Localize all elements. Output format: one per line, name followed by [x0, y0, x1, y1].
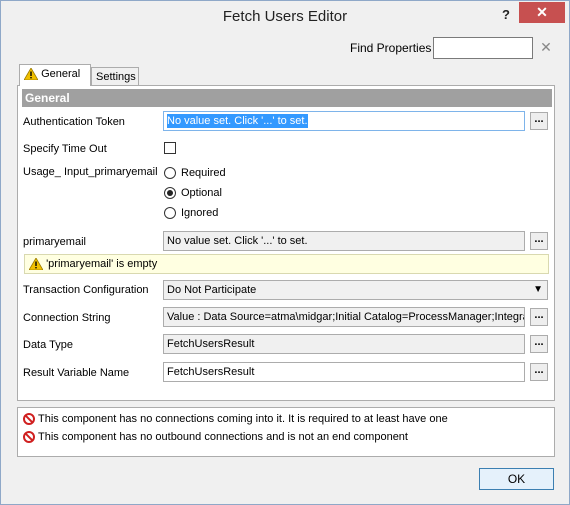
tab-settings[interactable]: Settings [91, 67, 139, 86]
auth-token-value: No value set. Click '...' to set. [167, 114, 308, 128]
primaryemail-field[interactable]: No value set. Click '...' to set. [163, 231, 525, 251]
result-var-browse-button[interactable]: ... [530, 363, 548, 381]
radio-required-icon [164, 167, 176, 180]
radio-optional-icon [164, 187, 176, 200]
warning-icon [24, 68, 38, 81]
result-var-label: Result Variable Name [23, 367, 130, 379]
connection-label: Connection String [23, 312, 111, 324]
error-list: This component has no connections coming… [17, 407, 555, 457]
error-item: This component has no outbound connectio… [23, 431, 408, 444]
error-item: This component has no connections coming… [23, 413, 448, 426]
warning-text: 'primaryemail' is empty [46, 258, 158, 270]
datatype-field[interactable]: FetchUsersResult [163, 334, 525, 354]
connection-browse-button[interactable]: ... [530, 308, 548, 326]
section-header-general: General [22, 89, 552, 107]
timeout-label: Specify Time Out [23, 143, 107, 155]
result-var-field[interactable]: FetchUsersResult [163, 362, 525, 382]
error-text: This component has no outbound connectio… [38, 431, 408, 443]
usage-radio-optional[interactable]: Optional [164, 187, 222, 200]
timeout-checkbox[interactable] [164, 142, 176, 154]
auth-token-field[interactable]: No value set. Click '...' to set. [163, 111, 525, 131]
close-button[interactable]: ✕ [519, 2, 565, 23]
primaryemail-browse-button[interactable]: ... [530, 232, 548, 250]
warning-icon [29, 258, 43, 271]
transaction-value: Do Not Participate [167, 284, 257, 296]
primaryemail-warning: 'primaryemail' is empty [24, 254, 549, 274]
datatype-label: Data Type [23, 339, 73, 351]
find-clear-icon[interactable]: ✕ [539, 38, 553, 56]
error-icon [23, 431, 35, 444]
radio-required-label: Required [181, 167, 226, 179]
usage-label: Usage_ Input_primaryemail [23, 166, 158, 178]
connection-field[interactable]: Value : Data Source=atma\midgar;Initial … [163, 307, 525, 327]
help-button[interactable]: ? [497, 6, 515, 24]
tab-general[interactable]: General [19, 64, 91, 86]
transaction-label: Transaction Configuration [23, 284, 149, 296]
find-properties-label: Find Properties [350, 41, 432, 55]
tab-general-label: General [41, 68, 81, 80]
tab-settings-label: Settings [96, 71, 136, 83]
properties-panel: General Authentication Token No value se… [17, 85, 555, 401]
usage-radio-ignored[interactable]: Ignored [164, 207, 219, 220]
datatype-browse-button[interactable]: ... [530, 335, 548, 353]
error-icon [23, 413, 35, 426]
radio-ignored-label: Ignored [181, 207, 219, 219]
auth-token-browse-button[interactable]: ... [530, 112, 548, 130]
error-text: This component has no connections coming… [38, 413, 448, 425]
find-properties-input[interactable] [433, 37, 533, 59]
transaction-select[interactable]: Do Not Participate ▼ [163, 280, 548, 300]
radio-ignored-icon [164, 207, 176, 220]
radio-optional-label: Optional [181, 187, 222, 199]
editor-window: Fetch Users Editor ? ✕ Find Properties ✕… [0, 0, 570, 505]
primaryemail-label: primaryemail [23, 236, 86, 248]
ok-button[interactable]: OK [479, 468, 554, 490]
usage-radio-required[interactable]: Required [164, 167, 226, 180]
chevron-down-icon: ▼ [533, 284, 543, 295]
auth-token-label: Authentication Token [23, 116, 125, 128]
title-bar: Fetch Users Editor ? ✕ [1, 1, 569, 31]
window-title: Fetch Users Editor [222, 8, 348, 25]
